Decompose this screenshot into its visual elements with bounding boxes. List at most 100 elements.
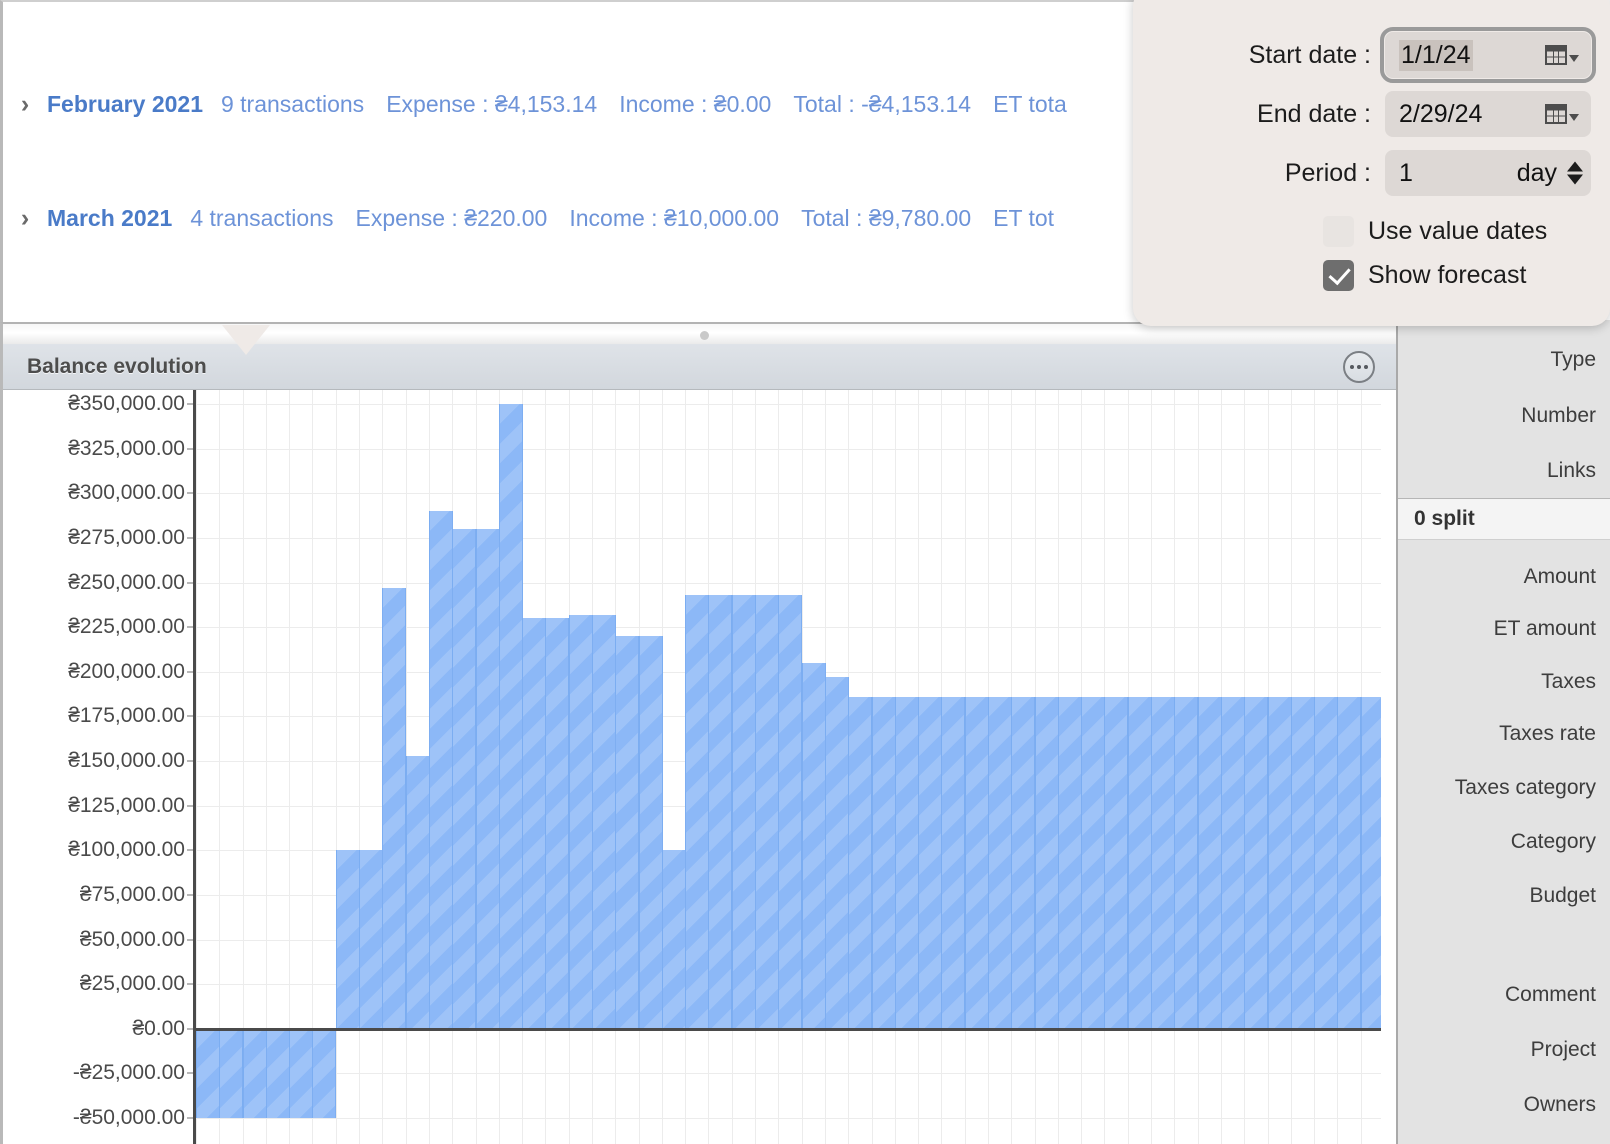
period-label: Period : (1284, 158, 1371, 187)
inspector-field-label[interactable]: Comment (1505, 983, 1596, 1007)
chart-bar[interactable] (1244, 696, 1268, 1029)
chart-bar[interactable] (1151, 696, 1175, 1029)
transaction-group-month[interactable]: March 2021 (47, 205, 172, 232)
chart-bar[interactable] (685, 594, 709, 1029)
chart-bar[interactable] (336, 850, 360, 1029)
splitter-handle-icon[interactable] (700, 331, 709, 340)
end-date-value[interactable]: 2/29/24 (1399, 100, 1482, 129)
chart-title: Balance evolution (27, 354, 207, 378)
chart-bar[interactable] (545, 618, 569, 1029)
period-field[interactable]: 1 day (1385, 150, 1591, 196)
inspector-field-label[interactable]: Project (1531, 1038, 1596, 1062)
inspector-field-label[interactable]: Owners (1524, 1093, 1596, 1117)
chart-bar[interactable] (941, 696, 965, 1029)
chart-bar[interactable] (452, 528, 476, 1029)
chart-bar[interactable] (289, 1028, 313, 1118)
chart-bar[interactable] (639, 636, 663, 1029)
show-forecast-checkbox[interactable] (1323, 260, 1354, 291)
inspector-field-label[interactable]: Budget (1529, 884, 1596, 908)
chart-bar[interactable] (312, 1028, 336, 1118)
end-date-field[interactable]: 2/29/24 (1385, 91, 1591, 137)
inspector-sidebar[interactable]: Type Number Links 0 split Amount ET amount Tax… (1396, 320, 1610, 1144)
chart-bar[interactable] (382, 587, 406, 1029)
chart-bar[interactable] (1128, 696, 1152, 1029)
chart-bar[interactable] (662, 850, 686, 1029)
period-value[interactable]: 1 (1399, 159, 1413, 188)
split-section-header[interactable]: 0 split (1398, 498, 1610, 540)
chart-bar[interactable] (219, 1028, 243, 1118)
start-date-row[interactable]: Start date : 1/1/24 (1133, 27, 1610, 83)
chart-bar[interactable] (708, 594, 732, 1029)
chart-bar[interactable] (988, 696, 1012, 1029)
end-date-row[interactable]: End date : 2/29/24 (1133, 91, 1610, 137)
gridline-horizontal (196, 404, 1381, 405)
chart-bar[interactable] (918, 696, 942, 1029)
chart-bar[interactable] (406, 755, 430, 1029)
chart-bar[interactable] (1081, 696, 1105, 1029)
transaction-et-total: ET tot (993, 204, 1055, 231)
transaction-income: Income : ₴0.00 (619, 90, 772, 117)
chart-bar[interactable] (1104, 696, 1128, 1029)
chart-bar[interactable] (965, 696, 989, 1029)
inspector-field-label[interactable]: Taxes (1541, 670, 1596, 694)
inspector-field-label[interactable]: ET amount (1494, 617, 1596, 641)
chart-bar[interactable] (1291, 696, 1315, 1029)
inspector-field-label[interactable]: Taxes category (1455, 776, 1596, 800)
chart-bar[interactable] (1221, 696, 1245, 1029)
chart-bar[interactable] (196, 1028, 220, 1118)
chart-bar[interactable] (569, 614, 593, 1029)
chart-bar[interactable] (872, 696, 896, 1029)
calendar-icon[interactable] (1545, 45, 1579, 65)
chart-bar[interactable] (825, 677, 849, 1029)
chart-bar[interactable] (1058, 696, 1082, 1029)
chart-bar[interactable] (1361, 696, 1381, 1029)
transaction-group-month[interactable]: February 2021 (47, 91, 203, 118)
period-stepper-icon[interactable] (1567, 161, 1583, 185)
inspector-field-label[interactable]: Type (1550, 348, 1596, 372)
chart-bar[interactable] (1035, 696, 1059, 1029)
chart-bar[interactable] (1011, 696, 1035, 1029)
chart-plot[interactable]: ₴350,000.00 ₴325,000.00 ₴300,000.00 ₴275,00… (3, 390, 1396, 1144)
chart-bar[interactable] (522, 618, 546, 1029)
chart-bar[interactable] (732, 594, 756, 1029)
calendar-icon[interactable] (1545, 104, 1579, 124)
chart-bar[interactable] (848, 696, 872, 1029)
y-axis-tick-label: ₴100,000.00 (68, 838, 194, 862)
inspector-field-label[interactable]: Taxes rate (1499, 722, 1596, 746)
start-date-value[interactable]: 1/1/24 (1399, 39, 1473, 71)
chart-bar[interactable] (266, 1028, 290, 1118)
more-options-icon[interactable] (1343, 350, 1375, 383)
period-row[interactable]: Period : 1 day (1133, 150, 1610, 196)
chart-options-popover[interactable]: Start date : 1/1/24 End date : 2/29/24 P… (1133, 0, 1610, 326)
chart-bar[interactable] (1198, 696, 1222, 1029)
chart-bar[interactable] (243, 1028, 267, 1118)
chart-bar[interactable] (1174, 696, 1198, 1029)
start-date-field[interactable]: 1/1/24 (1380, 27, 1596, 83)
show-forecast-row[interactable]: Show forecast (1133, 260, 1610, 291)
chart-bar[interactable] (499, 404, 523, 1029)
inspector-field-label[interactable]: Category (1511, 830, 1596, 854)
plot-area[interactable] (193, 390, 1381, 1144)
chart-bar[interactable] (802, 662, 826, 1029)
chart-bar[interactable] (1337, 696, 1361, 1029)
chart-bar[interactable] (1314, 696, 1338, 1029)
chart-bar[interactable] (592, 614, 616, 1029)
use-value-dates-row[interactable]: Use value dates (1133, 216, 1610, 247)
chart-bar[interactable] (359, 850, 383, 1029)
chart-bar[interactable] (1268, 696, 1292, 1029)
y-axis-tick-label: ₴25,000.00 (80, 972, 194, 996)
chart-bar[interactable] (755, 594, 779, 1029)
chart-bar[interactable] (778, 594, 802, 1029)
inspector-field-label[interactable]: Number (1521, 404, 1596, 428)
disclosure-triangle-icon[interactable]: › (3, 91, 47, 117)
chart-bar[interactable] (429, 511, 453, 1029)
chart-bar[interactable] (895, 696, 919, 1029)
chart-bar[interactable] (615, 636, 639, 1029)
chart-bar[interactable] (476, 528, 500, 1029)
use-value-dates-checkbox[interactable] (1323, 216, 1354, 247)
y-axis: ₴350,000.00 ₴325,000.00 ₴300,000.00 ₴275,00… (3, 390, 194, 1144)
start-date-label: Start date : (1248, 40, 1371, 69)
inspector-field-label[interactable]: Links (1547, 459, 1596, 483)
disclosure-triangle-icon[interactable]: › (3, 205, 47, 231)
inspector-field-label[interactable]: Amount (1524, 565, 1596, 589)
